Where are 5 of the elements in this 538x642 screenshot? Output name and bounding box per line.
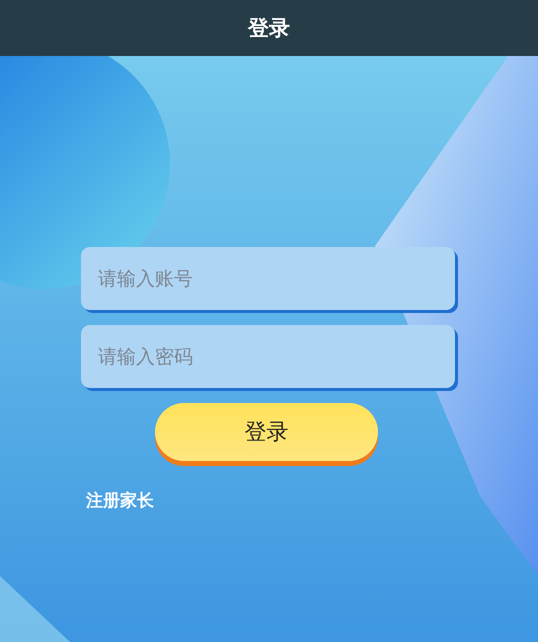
decorative-triangle [0,576,70,642]
password-field[interactable]: 请输入密码 [81,325,455,388]
page-title: 登录 [248,15,290,42]
account-field[interactable]: 请输入账号 [81,247,455,310]
login-button[interactable]: 登录 [155,403,378,461]
